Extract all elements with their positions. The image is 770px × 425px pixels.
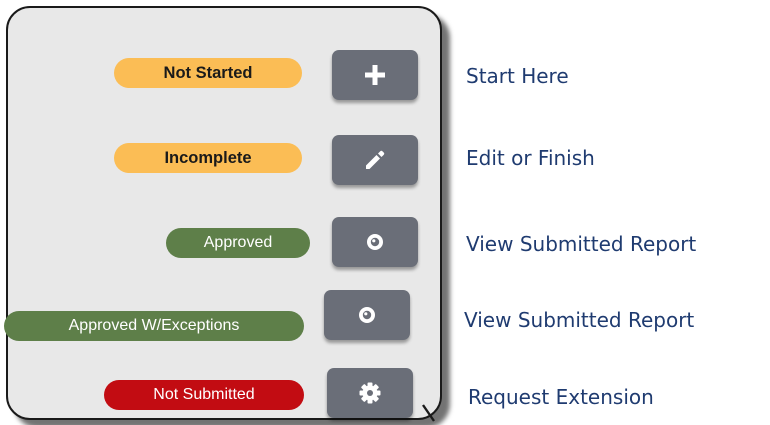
add-button[interactable] bbox=[332, 50, 418, 100]
view-report-button-exceptions[interactable] bbox=[324, 290, 410, 340]
request-extension-button[interactable] bbox=[327, 368, 413, 418]
caption-view-submitted-report: View Submitted Report bbox=[466, 232, 697, 256]
status-badge-approved: Approved bbox=[166, 228, 310, 258]
plus-icon bbox=[365, 65, 385, 85]
status-badge-not-started: Not Started bbox=[114, 58, 302, 88]
eye-icon bbox=[359, 307, 375, 323]
caption-view-submitted-report-exceptions: View Submitted Report bbox=[464, 308, 695, 332]
cursor-line-icon bbox=[422, 404, 435, 422]
edit-button[interactable] bbox=[332, 135, 418, 185]
view-report-button[interactable] bbox=[332, 217, 418, 267]
caption-start-here: Start Here bbox=[466, 64, 569, 88]
gear-icon bbox=[359, 382, 381, 404]
pencil-icon bbox=[366, 150, 385, 169]
status-badge-approved-with-exceptions: Approved W/Exceptions bbox=[4, 311, 304, 341]
caption-request-extension: Request Extension bbox=[468, 385, 654, 409]
status-badge-incomplete: Incomplete bbox=[114, 143, 302, 173]
caption-edit-or-finish: Edit or Finish bbox=[466, 146, 595, 170]
eye-icon bbox=[367, 234, 383, 250]
status-badge-not-submitted: Not Submitted bbox=[104, 380, 304, 410]
